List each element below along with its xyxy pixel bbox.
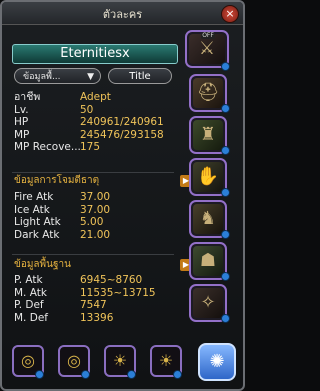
stat-label: Ice Atk <box>14 203 50 216</box>
slot-badge-icon <box>221 62 230 71</box>
off-label: OFF <box>201 32 215 39</box>
stat-label: Lv. <box>14 103 29 116</box>
pants-icon: ♞ <box>199 208 217 229</box>
slot-badge-icon <box>221 104 230 113</box>
title-button[interactable]: Title <box>108 68 172 84</box>
helmet-icon: ⛑ <box>196 82 220 103</box>
stat-label: Dark Atk <box>14 228 60 241</box>
character-window: ตัวละคร × Eternitiesx ข้อมูลพื้... ▼ Tit… <box>0 0 245 391</box>
earring-icon: ☀ <box>112 351 128 370</box>
stat-value: 7547 <box>80 299 107 311</box>
slot-badge-icon <box>81 370 90 379</box>
chevron-down-icon: ▼ <box>87 72 94 82</box>
stat-value: 37.00 <box>80 203 111 216</box>
stat-label: M. Def <box>14 311 48 324</box>
window-title: ตัวละคร <box>102 8 143 21</box>
pet-icon: ✺ <box>209 351 225 372</box>
weapon-icon: ⚔ <box>198 38 216 59</box>
slot-badge-icon <box>221 188 230 197</box>
stat-value: 175 <box>80 141 101 153</box>
stat-value: 245476/293158 <box>80 128 164 141</box>
slot-badge-icon <box>127 370 136 379</box>
pet-slot[interactable]: ✺ <box>198 343 236 381</box>
stat-value: 6945~8760 <box>80 274 143 286</box>
divider <box>12 172 174 173</box>
close-button[interactable]: × <box>221 5 239 23</box>
section-header-base: ข้อมูลพื้นฐาน <box>14 259 71 270</box>
stat-value: 11535~13715 <box>80 286 156 299</box>
stat-value: 37.00 <box>80 191 111 203</box>
stat-label: MP <box>14 128 30 141</box>
title-bar[interactable]: ตัวละคร × <box>2 2 243 25</box>
boots-icon: ☗ <box>199 250 217 271</box>
stat-label: MP Recove... <box>14 141 81 153</box>
slot-badge-icon <box>221 230 230 239</box>
armor-icon: ♜ <box>199 124 217 145</box>
ring-icon: ◎ <box>21 351 35 370</box>
stat-label: Light Atk <box>14 216 61 228</box>
info-dropdown[interactable]: ข้อมูลพื้... ▼ <box>14 68 101 84</box>
stat-value: 240961/240961 <box>80 116 164 128</box>
stat-value: 5.00 <box>80 216 104 228</box>
dropdown-label: ข้อมูลพื้... <box>23 72 61 82</box>
stat-label: P. Atk <box>14 274 43 286</box>
stat-label: M. Atk <box>14 286 47 299</box>
stat-value: 13396 <box>80 311 114 324</box>
divider <box>12 254 174 255</box>
stat-value: 50 <box>80 103 94 116</box>
character-name: Eternitiesx <box>12 44 178 64</box>
section-header-elements: ข้อมูลการโจมตีธาตุ <box>14 175 100 186</box>
stat-label: P. Def <box>14 299 44 311</box>
slot-badge-icon <box>173 370 182 379</box>
bottom-equipment-bar: ◎ ◎ ☀ ☀ ✺ <box>8 343 241 387</box>
earring-icon: ☀ <box>158 351 174 370</box>
gloves-icon: ✋ <box>196 166 220 187</box>
stat-label: Fire Atk <box>14 191 54 203</box>
stat-label: HP <box>14 116 29 128</box>
stat-value: Adept <box>80 91 111 103</box>
stat-value: 21.00 <box>80 228 111 241</box>
accessory-icon: ✧ <box>200 292 216 313</box>
stat-label: อาชีพ <box>14 91 41 103</box>
slot-badge-icon <box>221 272 230 281</box>
slot-badge-icon <box>221 146 230 155</box>
slot-badge-icon <box>221 314 230 323</box>
slot-badge-icon <box>35 370 44 379</box>
ring-icon: ◎ <box>67 351 81 370</box>
